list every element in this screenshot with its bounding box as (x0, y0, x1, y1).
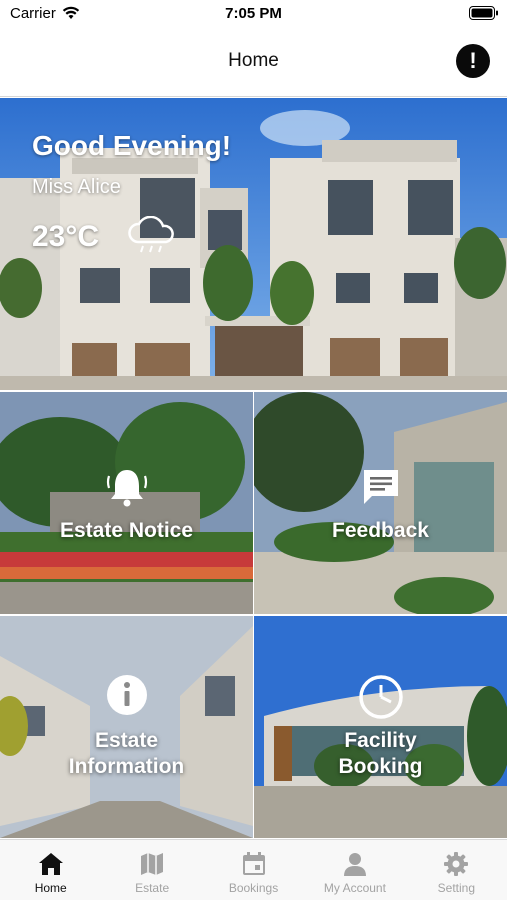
temperature-reading: 23°C (32, 220, 100, 253)
status-bar: Carrier 7:05 PM (0, 0, 507, 28)
facility-booking-tile[interactable]: Facility Booking (254, 616, 507, 838)
tab-my-account[interactable]: My Account (304, 840, 405, 900)
tab-bookings[interactable]: Bookings (203, 840, 304, 900)
alert-button[interactable]: ! (456, 44, 490, 78)
clock-time: 7:05 PM (225, 5, 282, 22)
cloud-rain-icon (128, 216, 174, 253)
clock-icon (359, 675, 403, 719)
home-icon (38, 853, 63, 875)
tab-label: Bookings (228, 881, 279, 895)
tab-home[interactable]: Home (0, 840, 101, 900)
tile-label: Facility Booking (338, 729, 423, 778)
navigation-bar: Home ! (0, 28, 507, 97)
battery-icon (469, 6, 498, 20)
tab-label: Setting (437, 881, 475, 895)
info-icon (107, 675, 147, 715)
feedback-tile[interactable]: Feedback (254, 392, 507, 614)
page-title: Home (228, 50, 279, 71)
tab-label: Home (34, 881, 67, 895)
tab-label: My Account (323, 881, 386, 895)
bell-icon (106, 470, 148, 507)
map-icon (141, 853, 164, 875)
chat-icon (364, 470, 398, 504)
hero-banner: Good Evening! Miss Alice 23°C (0, 98, 507, 390)
tab-label: Estate (135, 881, 170, 895)
tab-bar: Home Estate Bookings My Account Setting (0, 839, 507, 900)
tab-setting[interactable]: Setting (406, 840, 507, 900)
estate-information-tile[interactable]: Estate Information (0, 616, 253, 838)
estate-notice-tile[interactable]: Estate Notice (0, 392, 253, 614)
tile-label: Estate Notice (59, 519, 194, 542)
person-icon (343, 853, 366, 876)
tile-label: Estate Information (68, 729, 185, 778)
facility-photo (254, 616, 507, 838)
tile-label: Feedback (332, 519, 429, 542)
user-name: Miss Alice (32, 176, 121, 198)
tab-estate[interactable]: Estate (101, 840, 202, 900)
calendar-icon (242, 852, 265, 875)
street-photo (0, 616, 253, 838)
gear-icon (444, 852, 469, 876)
greeting-text: Good Evening! (32, 130, 232, 161)
